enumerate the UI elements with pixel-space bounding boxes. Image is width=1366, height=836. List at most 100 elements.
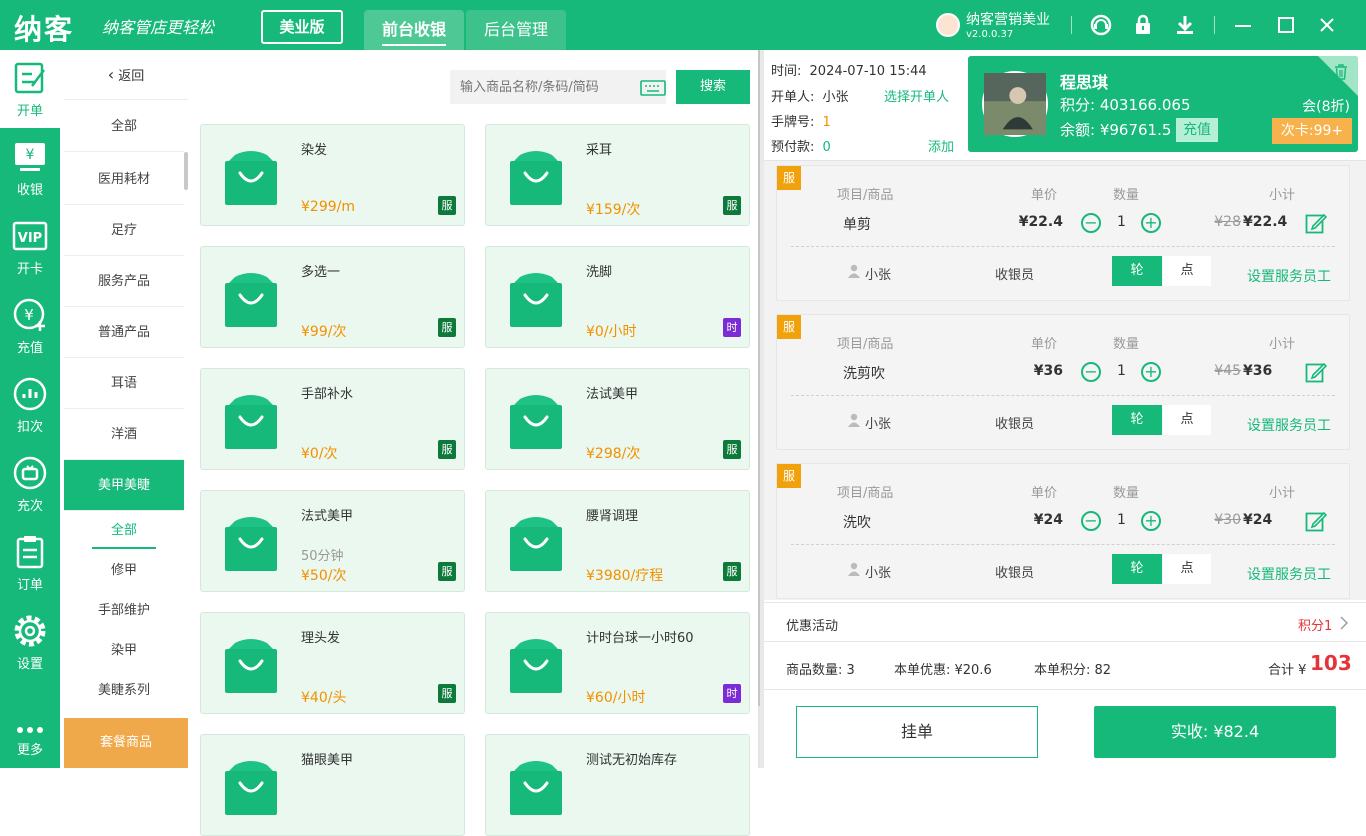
- support-icon[interactable]: [1088, 12, 1114, 38]
- category-item[interactable]: 医用耗材: [64, 154, 184, 205]
- minus-icon[interactable]: −: [1081, 511, 1101, 531]
- category-item[interactable]: 普通产品: [64, 307, 184, 358]
- product-card[interactable]: 法式美甲 50分钟 ¥50/次 服: [200, 490, 465, 592]
- back-button[interactable]: ‹ 返回: [64, 50, 188, 100]
- category-item-active[interactable]: 美甲美睫: [64, 460, 184, 511]
- plus-icon[interactable]: +: [1141, 511, 1161, 531]
- svg-text:¥: ¥: [24, 306, 34, 324]
- point-assign-button[interactable]: 点: [1163, 554, 1211, 584]
- tag-value[interactable]: 1: [823, 115, 831, 130]
- rail-item-open-card[interactable]: VIP 开卡: [0, 208, 60, 286]
- rail-item-deduct[interactable]: 扣次: [0, 366, 60, 444]
- download-icon[interactable]: [1172, 12, 1198, 38]
- subcategory-item[interactable]: 手部维护: [64, 591, 184, 631]
- product-card[interactable]: 理头发 ¥40/头 服: [200, 612, 465, 714]
- order-item: 服项目/商品 单价 数量 小计 洗剪吹 ¥36−1 + ¥45 ¥36 小张 收银员轮点设置服务员工: [776, 314, 1350, 450]
- product-card[interactable]: 洗脚 ¥0/小时 时: [485, 246, 750, 348]
- subcategory-item-active[interactable]: 全部: [64, 511, 184, 551]
- search-button[interactable]: 搜索: [676, 70, 750, 104]
- select-opener-link[interactable]: 选择开单人: [884, 86, 949, 105]
- item-divider: [791, 544, 1335, 545]
- item-quantity[interactable]: 1: [1117, 214, 1126, 230]
- top-bar: 纳客 纳客管店更轻松 美业版 前台收银 后台管理 纳客营销美业 v2.0.0.3…: [0, 0, 1366, 50]
- edit-icon[interactable]: [1305, 212, 1327, 234]
- rail-item-open-bill[interactable]: 开单: [0, 50, 60, 128]
- set-staff-link[interactable]: 设置服务员工: [1247, 415, 1331, 435]
- edit-icon[interactable]: [1305, 510, 1327, 532]
- shopping-bag-icon: [225, 151, 277, 205]
- rotate-assign-button[interactable]: 轮: [1112, 554, 1162, 584]
- product-card[interactable]: 染发 ¥299/m 服: [200, 124, 465, 226]
- member-recharge-button[interactable]: 充值: [1176, 118, 1218, 142]
- set-staff-link[interactable]: 设置服务员工: [1247, 564, 1331, 584]
- point-assign-button[interactable]: 点: [1163, 405, 1211, 435]
- service-badge: 服: [777, 315, 801, 339]
- product-type-tag: 服: [723, 562, 741, 581]
- search-input[interactable]: [450, 70, 666, 104]
- col-header-qty: 数量: [1113, 486, 1140, 501]
- product-card[interactable]: 多选一 ¥99/次 服: [200, 246, 465, 348]
- member-card[interactable]: 程思琪 积分: 403166.065 余额: ¥96761.5 充值 会(8折)…: [968, 56, 1358, 152]
- service-badge: 服: [777, 166, 801, 190]
- product-card[interactable]: 测试无初始库存: [485, 734, 750, 836]
- category-item[interactable]: 足疗: [64, 205, 184, 256]
- category-item[interactable]: 耳语: [64, 358, 184, 409]
- subcategory-item[interactable]: 染甲: [64, 631, 184, 671]
- rotate-assign-button[interactable]: 轮: [1112, 256, 1162, 286]
- rail-item-cashier[interactable]: ¥ 收银: [0, 129, 60, 207]
- shopping-bag-icon: [225, 273, 277, 327]
- rail-item-settings[interactable]: 设置: [0, 603, 60, 681]
- pay-button[interactable]: 实收: ¥82.4: [1094, 706, 1336, 758]
- item-name: 单剪: [843, 217, 871, 233]
- svg-text:VIP: VIP: [18, 231, 42, 246]
- point-assign-button[interactable]: 点: [1163, 256, 1211, 286]
- plus-icon[interactable]: +: [1141, 362, 1161, 382]
- keyboard-icon[interactable]: [640, 80, 666, 96]
- service-badge: 服: [777, 464, 801, 488]
- subcategory-item[interactable]: 修甲: [64, 551, 184, 591]
- add-prepay-link[interactable]: 添加: [928, 136, 954, 155]
- item-count: 商品数量: 3: [786, 663, 855, 678]
- col-header-price: 单价: [1031, 337, 1058, 352]
- item-original-price: ¥28: [1214, 214, 1241, 230]
- category-item[interactable]: 全部: [64, 101, 184, 152]
- item-quantity[interactable]: 1: [1117, 363, 1126, 379]
- maximize-icon[interactable]: [1273, 12, 1299, 38]
- tab-front-cashier[interactable]: 前台收银: [364, 10, 464, 50]
- tab-back-office[interactable]: 后台管理: [466, 10, 566, 50]
- category-item[interactable]: 服务产品: [64, 256, 184, 307]
- product-card[interactable]: 猫眼美甲: [200, 734, 465, 836]
- edit-icon[interactable]: [1305, 361, 1327, 383]
- close-icon[interactable]: [1314, 12, 1340, 38]
- plus-icon[interactable]: +: [1141, 213, 1161, 233]
- product-card[interactable]: 采耳 ¥159/次 服: [485, 124, 750, 226]
- rotate-assign-button[interactable]: 轮: [1112, 405, 1162, 435]
- product-card[interactable]: 腰肾调理 ¥3980/疗程 服: [485, 490, 750, 592]
- minus-icon[interactable]: −: [1081, 362, 1101, 382]
- category-item[interactable]: 洋酒: [64, 409, 184, 460]
- minimize-icon[interactable]: [1230, 12, 1256, 38]
- minus-icon[interactable]: −: [1081, 213, 1101, 233]
- rail-item-recharge[interactable]: ¥ 充值: [0, 287, 60, 365]
- clipboard-icon: [16, 536, 44, 569]
- hang-order-button[interactable]: 挂单: [796, 706, 1038, 758]
- rail-item-more[interactable]: 更多: [0, 690, 60, 768]
- package-products-button[interactable]: 套餐商品: [64, 718, 188, 768]
- edition-badge[interactable]: 美业版: [261, 10, 343, 44]
- item-divider: [791, 246, 1335, 247]
- user-avatar[interactable]: [936, 13, 960, 37]
- set-staff-link[interactable]: 设置服务员工: [1247, 266, 1331, 286]
- lock-icon[interactable]: [1130, 12, 1156, 38]
- subcategory-item[interactable]: 美睫系列: [64, 671, 184, 711]
- trash-icon[interactable]: [1334, 64, 1348, 80]
- rail-item-add-times[interactable]: 充次: [0, 445, 60, 523]
- promo-row[interactable]: 优惠活动 积分1: [764, 602, 1366, 642]
- product-card[interactable]: 法试美甲 ¥298/次 服: [485, 368, 750, 470]
- category-scrollbar[interactable]: [184, 152, 188, 190]
- rail-item-orders[interactable]: 订单: [0, 524, 60, 602]
- product-card[interactable]: 计时台球一小时60 ¥60/小时 时: [485, 612, 750, 714]
- member-times-card[interactable]: 次卡:99+: [1272, 118, 1352, 144]
- item-quantity[interactable]: 1: [1117, 512, 1126, 528]
- product-card[interactable]: 手部补水 ¥0/次 服: [200, 368, 465, 470]
- col-header-subtotal: 小计: [1269, 486, 1296, 501]
